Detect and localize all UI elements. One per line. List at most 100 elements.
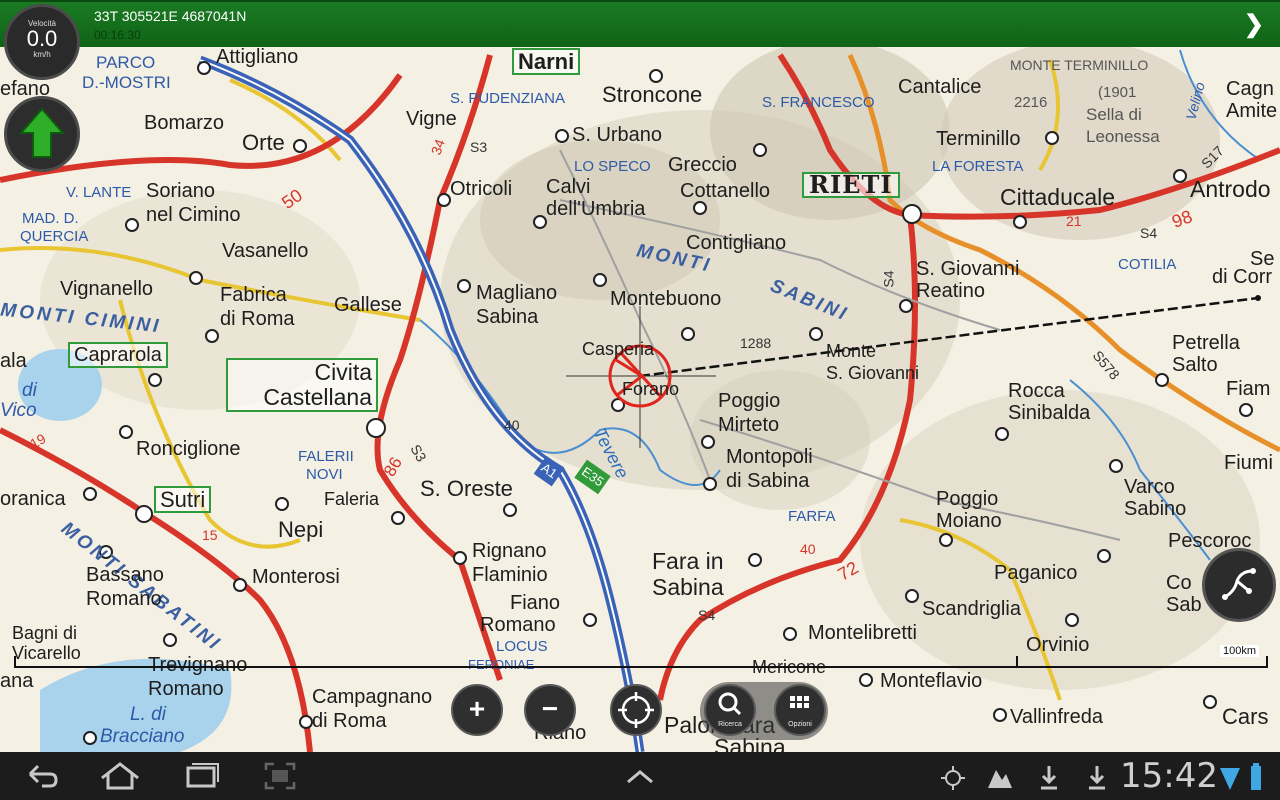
poi-quercia: QUERCIA (20, 228, 89, 245)
crosshair-icon (618, 692, 654, 728)
search-caption: Ricerca (718, 721, 742, 728)
place-s-oreste: S. Oreste (420, 476, 513, 501)
map-view[interactable]: Attigliano Narni Stroncone Cantalice MON… (0, 0, 1280, 752)
place-reatino: Reatino (916, 280, 985, 302)
place-sab: Sab (1166, 594, 1202, 616)
place-mirteto: Mirteto (718, 414, 780, 436)
place-rignano: Rignano (472, 540, 547, 562)
system-navigation-bar (0, 752, 1280, 800)
place-castellana-label: Castellana (263, 384, 372, 410)
place-soriano: Soriano (146, 180, 215, 202)
place-fiano: Fiano (510, 592, 561, 614)
place-fara: Fara in (652, 548, 724, 574)
place-casperia: Casperia (582, 339, 655, 359)
clock: 15:42 (1120, 756, 1218, 796)
place-orvinio: Orvinio (1026, 634, 1090, 656)
place-montelibretti: Montelibretti (808, 622, 917, 644)
road-label-15: 15 (202, 527, 218, 543)
place-fiumi: Fiumi (1224, 452, 1273, 474)
place-paganico: Paganico (994, 562, 1078, 584)
speed-value: 0.0 (26, 26, 58, 51)
place-vicarello: Vicarello (12, 643, 81, 663)
lake-vico: Vico (0, 400, 37, 421)
scale-tick-right (1266, 656, 1268, 668)
search-button[interactable]: Ricerca (704, 684, 756, 736)
road-label-s4b: S4 (1140, 225, 1158, 241)
place-campagnano: Campagnano (312, 686, 433, 708)
wifi-icon (1220, 768, 1240, 790)
poi-dmostri: D.-MOSTRI (82, 73, 171, 92)
place-vallinfreda: Vallinfreda (1010, 706, 1104, 728)
place-bagni: Bagni di (12, 623, 78, 643)
place-vigne: Vigne (406, 108, 457, 130)
elevation-terminillo: 2216 (1014, 94, 1048, 111)
place-trevignano: Trevignano (148, 654, 248, 676)
back-icon[interactable] (20, 752, 64, 800)
poi-feronia: FERONIAE (468, 657, 535, 672)
poi-vlante: V. LANTE (66, 184, 132, 201)
place-otricoli: Otricoli (450, 178, 513, 200)
poi-s-francesco: S. FRANCESCO (762, 94, 875, 111)
place-petrella: Petrella (1172, 332, 1240, 354)
place-sabino: Sabino (1124, 498, 1187, 520)
place-oranica: oranica (0, 488, 66, 510)
place-monte-sg: Monte (826, 341, 877, 361)
options-button[interactable]: Opzioni (774, 684, 826, 736)
place-cagn: Cagn (1226, 78, 1274, 100)
place-monterosi: Monterosi (252, 566, 340, 588)
place-varco: Varco (1124, 476, 1175, 498)
download-icon-2 (1089, 766, 1105, 790)
place-antrodo: Antrodo (1190, 176, 1271, 202)
place-scandriglia: Scandriglia (922, 598, 1021, 620)
place-fabrica: Fabrica (220, 284, 287, 306)
recent-apps-icon[interactable] (180, 752, 224, 800)
place-vasanello: Vasanello (222, 240, 309, 262)
place-montebuono: Montebuono (610, 288, 722, 310)
options-caption: Opzioni (788, 721, 812, 728)
place-narni: Narni (512, 48, 581, 75)
center-location-button[interactable] (610, 684, 662, 736)
place-co: Co (1166, 572, 1192, 594)
place-s-giovanni2: S. Giovanni (826, 363, 920, 383)
place-faleria: Faleria (324, 489, 380, 509)
chevron-up-icon[interactable] (620, 752, 660, 800)
download-icon (1041, 766, 1057, 790)
place-s-giovanni: S. Giovanni (916, 258, 1020, 280)
poi-s-pudenziana: S. PUDENZIANA (450, 90, 566, 107)
place-di-roma: di Roma (220, 308, 295, 330)
speed-unit: km/h (33, 50, 51, 59)
zoom-in-button[interactable]: + (451, 684, 503, 736)
place-leonessa: Leonessa (1086, 127, 1160, 146)
road-label-21: 21 (1066, 213, 1082, 229)
place-sella: Sella di (1086, 105, 1142, 124)
zoom-out-button[interactable]: − (524, 684, 576, 736)
home-icon[interactable] (96, 752, 144, 800)
place-vignanello: Vignanello (60, 278, 154, 300)
place-nel-cimino: nel Cimino (146, 204, 241, 226)
place-civita-label: Civita (314, 359, 372, 385)
place-sutri: Sutri (154, 486, 212, 513)
place-monteflavio: Monteflavio (880, 670, 983, 692)
screenshot-icon[interactable] (258, 752, 302, 800)
scale-bar (14, 666, 1268, 668)
lake-bracciano: Bracciano (100, 726, 185, 747)
compass-button[interactable] (4, 96, 80, 172)
elapsed-time: 00:16:30 (94, 28, 141, 42)
place-fara-sabina: Sabina (652, 574, 724, 600)
place-moiano: Moiano (936, 510, 1002, 532)
chevron-right-icon[interactable]: ❯ (1244, 10, 1264, 39)
place-di-corr: di Corr (1212, 266, 1273, 288)
place-sabina: Sabina (476, 306, 539, 328)
place-campagnano-roma: di Roma (312, 710, 387, 732)
place-fiano-romano: Romano (480, 614, 556, 636)
route-button[interactable] (1202, 548, 1276, 622)
place-romano: Romano (86, 588, 162, 610)
place-cantalice: Cantalice (898, 76, 982, 98)
place-trevignano-romano: Romano (148, 678, 224, 700)
place-cottanello: Cottanello (680, 180, 771, 202)
place-cittaducale: Cittaducale (1000, 184, 1116, 210)
place-amite: Amite (1226, 100, 1278, 122)
road-label-s3a: S3 (470, 139, 488, 155)
road-label-s4c: S4 (698, 607, 716, 623)
road-label-40a: 40 (504, 417, 520, 433)
